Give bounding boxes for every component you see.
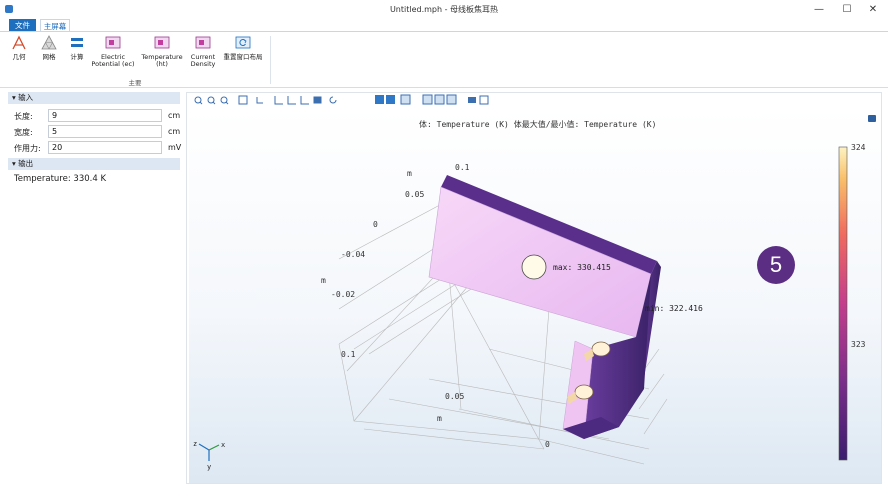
x-tick-1: 0.1: [341, 350, 356, 359]
settings-panel: ▾ 输入 长度: 9 cm 宽度: 5 cm 作用力: 20 mV ▾ 输出 T…: [8, 92, 182, 484]
zoom-in-icon[interactable]: [194, 96, 203, 105]
render-button[interactable]: [446, 94, 457, 105]
compute-icon: [71, 38, 83, 47]
minimize-button[interactable]: —: [806, 2, 832, 18]
view-xy-icon[interactable]: [274, 96, 283, 105]
temperature-output-row: Temperature: 330.4 K: [8, 170, 180, 188]
triad-y: y: [207, 463, 211, 471]
current-density-label-2: Density: [190, 60, 216, 68]
colorbar-label-mid: 323: [851, 340, 866, 349]
reset-layout-button[interactable]: 重置窗口布局: [220, 35, 266, 61]
compute-button[interactable]: 计算: [64, 35, 90, 61]
y-tick-2: -0.02: [331, 290, 355, 299]
colorbar-label-max: 324: [851, 143, 866, 152]
force-unit: mV: [168, 143, 182, 152]
x-unit: m: [437, 414, 442, 423]
max-marker: [521, 254, 547, 280]
force-input[interactable]: 20: [48, 141, 162, 154]
z-tick-3: 0: [373, 220, 378, 229]
z-tick-1: 0.1: [455, 163, 470, 172]
mesh-label: 网格: [42, 53, 56, 61]
width-label: 宽度:: [14, 128, 33, 137]
close-button[interactable]: ✕: [860, 2, 886, 18]
scene-light-button[interactable]: [375, 95, 384, 104]
view-yz-icon[interactable]: [287, 96, 296, 105]
width-row: 宽度: 5 cm: [8, 124, 180, 140]
view-settings-icon[interactable]: [868, 115, 876, 122]
x-tick-3: 0: [545, 440, 550, 449]
ribbon: 几何 网格 计算 Electric Potential (ec) Tempera…: [0, 31, 888, 88]
plot-icon: [105, 36, 121, 49]
graphics-toolbar-icons: [194, 94, 489, 105]
zoom-out-icon[interactable]: [207, 96, 216, 105]
reset-layout-icon: [235, 36, 251, 49]
length-row: 长度: 9 cm: [8, 108, 180, 124]
zoom-extents-icon[interactable]: [238, 95, 248, 105]
transparency-button[interactable]: [386, 95, 395, 104]
graphics-panel: 体: Temperature (K) 体最大值/最小值: Temperature…: [186, 92, 882, 484]
y-tick-1: -0.04: [341, 250, 365, 259]
force-label: 作用力:: [14, 144, 41, 153]
width-unit: cm: [168, 127, 181, 136]
view-zx-icon[interactable]: [300, 96, 309, 105]
graphics-viewport[interactable]: 体: Temperature (K) 体最大值/最小值: Temperature…: [189, 109, 881, 483]
y-unit: m: [321, 276, 326, 285]
mesh-icon: [41, 35, 57, 50]
mesh-button[interactable]: 网格: [36, 35, 62, 61]
plot-canvas: max: 330.415 min: 322.416 0.1 0.05 0 m -…: [193, 115, 876, 471]
window-title: Untitled.mph - 母线板焦耳热: [389, 5, 499, 14]
electric-potential-button[interactable]: Electric Potential (ec): [90, 35, 136, 68]
grid-view-button[interactable]: [422, 94, 433, 105]
temperature-button[interactable]: Temperature (ht): [138, 35, 186, 68]
image-snapshot-icon[interactable]: [468, 97, 476, 103]
force-row: 作用力: 20 mV: [8, 140, 182, 156]
ribbon-group-label: 主要: [128, 79, 142, 87]
inputs-section-header[interactable]: ▾ 输入: [8, 92, 180, 104]
colorbar: [838, 146, 848, 461]
geometry-icon: [12, 35, 26, 50]
zoom-box-icon[interactable]: [220, 96, 229, 105]
z-tick-2: 0.05: [405, 190, 424, 199]
rotate-icon[interactable]: [329, 96, 337, 104]
plot-icon: [154, 36, 170, 49]
graphics-toolbar: [187, 93, 881, 107]
step-badge: 5: [757, 246, 795, 284]
print-icon[interactable]: [479, 95, 489, 105]
outputs-section-header[interactable]: ▾ 输出: [8, 158, 180, 170]
length-label: 长度:: [14, 112, 33, 121]
maximize-button[interactable]: ☐: [834, 2, 860, 18]
geometry-label: 几何: [12, 53, 26, 61]
title-bar: Untitled.mph - 母线板焦耳热 — ☐ ✕: [0, 0, 888, 20]
triad-x: x: [221, 441, 225, 449]
length-input[interactable]: 9: [48, 109, 162, 122]
width-input[interactable]: 5: [48, 125, 162, 138]
min-label: min: 322.416: [645, 304, 703, 313]
plot-icon: [195, 36, 211, 49]
camera-view-icon[interactable]: [313, 96, 322, 104]
electric-potential-label-2: Potential (ec): [91, 60, 135, 68]
max-label: max: 330.415: [553, 263, 611, 272]
geometry-button[interactable]: 几何: [6, 35, 32, 61]
x-tick-2: 0.05: [445, 392, 464, 401]
select-button[interactable]: [400, 94, 411, 105]
axis-triad: z x y: [193, 440, 225, 471]
ribbon-group-separator: [270, 36, 271, 84]
temperature-label-2: (ht): [156, 60, 168, 68]
temperature-output: Temperature: 330.4 K: [14, 174, 107, 184]
triad-z: z: [193, 440, 197, 448]
axis-orientation-icon[interactable]: [256, 97, 263, 104]
current-density-button[interactable]: Current Density: [188, 35, 218, 68]
compute-label: 计算: [70, 53, 84, 61]
length-unit: cm: [168, 111, 181, 120]
wireframe-button[interactable]: [434, 94, 445, 105]
z-unit: m: [407, 169, 412, 178]
app-window: Untitled.mph - 母线板焦耳热 — ☐ ✕ 文件 主屏幕 几何 网格: [0, 0, 888, 498]
reset-layout-label: 重置窗口布局: [223, 53, 263, 61]
